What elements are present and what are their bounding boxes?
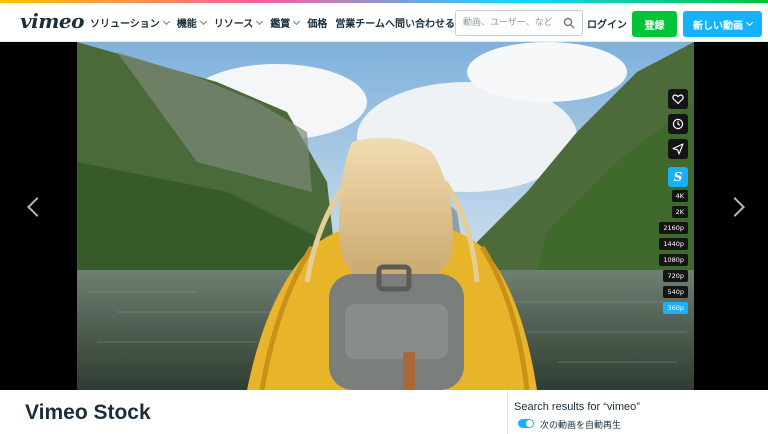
autoplay-toggle[interactable] [518, 419, 534, 428]
nav-pricing[interactable]: 価格 [307, 15, 327, 30]
top-navigation: vimeo ソリューション 機能 リソース 鑑賞 価格 営業チームへ問い合わせる… [0, 3, 768, 42]
nav-solutions[interactable]: ソリューション [90, 15, 170, 30]
nav-contact-sales[interactable]: 営業チームへ問い合わせる [335, 15, 455, 30]
share-button[interactable] [668, 139, 688, 159]
chevron-down-icon [293, 17, 301, 25]
nav-features-label: 機能 [176, 19, 197, 30]
chevron-down-icon [199, 17, 207, 25]
quality-option[interactable]: 1440p [659, 238, 688, 250]
new-video-button[interactable]: 新しい動画 [683, 11, 762, 37]
video-frame[interactable] [77, 42, 694, 390]
stock-button[interactable]: S [668, 167, 688, 187]
heart-icon [672, 94, 684, 105]
search-input[interactable] [463, 16, 563, 30]
signup-label: 登録 [644, 20, 665, 32]
quality-option-active[interactable]: 360p [663, 302, 688, 314]
page: vimeo ソリューション 機能 リソース 鑑賞 価格 営業チームへ問い合わせる… [0, 0, 768, 434]
search-box [455, 10, 583, 36]
signup-button[interactable]: 登録 [632, 11, 677, 37]
login-link[interactable]: ログイン [587, 16, 627, 31]
video-player-area: S 4K 2K 2160p 1440p 1080p 720p 540p 360p [0, 42, 768, 390]
nav-solutions-label: ソリューション [90, 19, 160, 30]
divider [507, 390, 508, 434]
video-still [77, 42, 694, 390]
search-icon[interactable] [563, 17, 575, 29]
quality-option[interactable]: 2K [671, 206, 688, 218]
quality-option[interactable]: 4K [671, 190, 688, 202]
nav-resources[interactable]: リソース [213, 15, 264, 30]
nav-watch-label: 鑑賞 [270, 19, 291, 30]
chevron-down-icon [745, 18, 754, 27]
like-button[interactable] [668, 89, 688, 109]
previous-video-arrow[interactable] [27, 197, 47, 217]
watch-later-button[interactable] [668, 114, 688, 134]
new-video-label: 新しい動画 [693, 20, 743, 32]
nav-features[interactable]: 機能 [176, 15, 207, 30]
send-icon [672, 143, 684, 155]
nav-contact-sales-label: 営業チームへ問い合わせる [335, 19, 456, 30]
video-info-bar: Vimeo Stock Search results for “vimeo” 次… [0, 390, 768, 434]
quality-option[interactable]: 2160p [659, 222, 688, 234]
quality-option[interactable]: 540p [663, 286, 688, 298]
video-title: Vimeo Stock [25, 401, 151, 424]
nav-watch[interactable]: 鑑賞 [270, 15, 301, 30]
quality-option[interactable]: 720p [663, 270, 688, 282]
next-video-arrow[interactable] [725, 197, 745, 217]
search-results-heading: Search results for “vimeo” [514, 401, 640, 413]
clock-icon [672, 118, 684, 130]
nav-pricing-label: 価格 [307, 19, 328, 30]
stock-icon: S [673, 170, 683, 184]
toggle-knob [526, 420, 533, 427]
nav-resources-label: リソース [213, 19, 254, 30]
chevron-down-icon [256, 17, 264, 25]
chevron-down-icon [162, 17, 170, 25]
quality-option[interactable]: 1080p [659, 254, 688, 266]
autoplay-label: 次の動画を自動再生 [540, 421, 622, 431]
main-menu: ソリューション 機能 リソース 鑑賞 価格 営業チームへ問い合わせる [90, 15, 463, 30]
vimeo-logo[interactable]: vimeo [20, 9, 84, 33]
